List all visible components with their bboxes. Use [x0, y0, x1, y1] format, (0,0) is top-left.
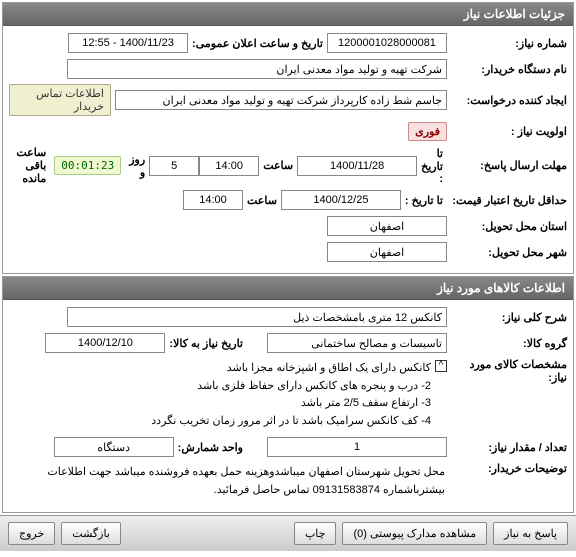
- general-desc-field[interactable]: [67, 307, 447, 327]
- delivery-province-label: استان محل تحویل:: [447, 220, 567, 233]
- exit-button[interactable]: خروج: [8, 522, 55, 545]
- need-details-header: جزئیات اطلاعات نیاز: [3, 3, 573, 26]
- delivery-province-field[interactable]: [327, 216, 447, 236]
- goods-info-panel: اطلاعات کالاهای مورد نیاز شرح کلی نیاز: …: [2, 276, 574, 513]
- buyer-org-label: نام دستگاه خریدار:: [447, 63, 567, 76]
- quantity-field[interactable]: [267, 437, 447, 457]
- back-button[interactable]: بازگشت: [61, 522, 121, 545]
- deadline-date-field[interactable]: [297, 156, 417, 176]
- quantity-label: تعداد / مقدار نیاز:: [447, 441, 567, 454]
- goods-group-label: گروه کالا:: [447, 337, 567, 350]
- need-number-field[interactable]: [327, 33, 447, 53]
- action-footer: پاسخ به نیاز مشاهده مدارک پیوستی (0) چاپ…: [0, 515, 576, 551]
- unit-label: واحد شمارش:: [174, 441, 247, 454]
- delivery-city-field[interactable]: [327, 242, 447, 262]
- unit-field[interactable]: [54, 437, 174, 457]
- buyer-contact-badge[interactable]: اطلاعات تماس خریدار: [9, 84, 111, 116]
- spec-line: 2- درب و پنجره های کانکس دارای حفاظ فلزی…: [11, 378, 431, 396]
- validity-time-field[interactable]: [183, 190, 243, 210]
- priority-badge: فوری: [408, 122, 447, 141]
- days-remaining-field: [149, 156, 199, 176]
- days-and-label: روز و: [125, 153, 149, 179]
- need-number-label: شماره نیاز:: [447, 37, 567, 50]
- validity-time-label: ساعت: [243, 194, 281, 207]
- footer-secondary-actions: بازگشت خروج: [6, 522, 123, 545]
- need-by-date-label: تاریخ نیاز به کالا:: [165, 337, 247, 350]
- need-details-body: شماره نیاز: تاریخ و ساعت اعلان عمومی: نا…: [3, 26, 573, 273]
- goods-spec-text: کانکس دارای یک اطاق و اشپزخانه مجزا باشد…: [9, 358, 435, 432]
- footer-primary-actions: پاسخ به نیاز مشاهده مدارک پیوستی (0) چاپ: [292, 522, 570, 545]
- buyer-notes-label: توضیحات خریدار:: [447, 462, 567, 475]
- expand-up-icon[interactable]: ^: [435, 360, 447, 372]
- countdown-timer: 00:01:23: [54, 156, 121, 175]
- goods-group-field[interactable]: [267, 333, 447, 353]
- hours-remaining-label: ساعت باقی مانده: [9, 146, 50, 185]
- spec-line: 4- کف کانکس سرامیک باشد تا در اثر مرور ز…: [11, 413, 431, 431]
- announce-datetime-field[interactable]: [68, 33, 188, 53]
- buyer-notes-text: محل تحویل شهرستان اصفهان میباشدوهزینه حم…: [9, 462, 447, 501]
- goods-info-body: شرح کلی نیاز: گروه کالا: تاریخ نیاز به ک…: [3, 300, 573, 512]
- need-details-panel: جزئیات اطلاعات نیاز شماره نیاز: تاریخ و …: [2, 2, 574, 274]
- deadline-time-label: ساعت: [259, 159, 297, 172]
- deadline-time-field[interactable]: [199, 156, 259, 176]
- view-attachments-button[interactable]: مشاهده مدارک پیوستی (0): [342, 522, 487, 545]
- validity-to-date-label: تا تاریخ :: [401, 194, 447, 207]
- requester-label: ایجاد کننده درخواست:: [447, 94, 567, 107]
- requester-field[interactable]: [115, 90, 447, 110]
- validity-date-field[interactable]: [281, 190, 401, 210]
- spec-line: 3- ارتفاع سقف 2/5 متر باشد: [11, 395, 431, 413]
- announce-datetime-label: تاریخ و ساعت اعلان عمومی:: [188, 37, 327, 50]
- price-validity-label: حداقل تاریخ اعتبار قیمت:: [447, 194, 567, 207]
- need-by-date-field[interactable]: [45, 333, 165, 353]
- spec-line: کانکس دارای یک اطاق و اشپزخانه مجزا باشد: [11, 360, 431, 378]
- reply-deadline-label: مهلت ارسال پاسخ:: [447, 159, 567, 172]
- priority-label: اولویت نیاز :: [447, 125, 567, 138]
- print-button[interactable]: چاپ: [294, 522, 337, 545]
- to-date-label: تا تاریخ :: [417, 147, 447, 185]
- general-desc-label: شرح کلی نیاز:: [447, 311, 567, 324]
- goods-spec-label: مشخصات کالای مورد نیاز:: [447, 358, 567, 384]
- buyer-org-field[interactable]: [67, 59, 447, 79]
- delivery-city-label: شهر محل تحویل:: [447, 246, 567, 259]
- goods-info-header: اطلاعات کالاهای مورد نیاز: [3, 277, 573, 300]
- reply-to-need-button[interactable]: پاسخ به نیاز: [493, 522, 568, 545]
